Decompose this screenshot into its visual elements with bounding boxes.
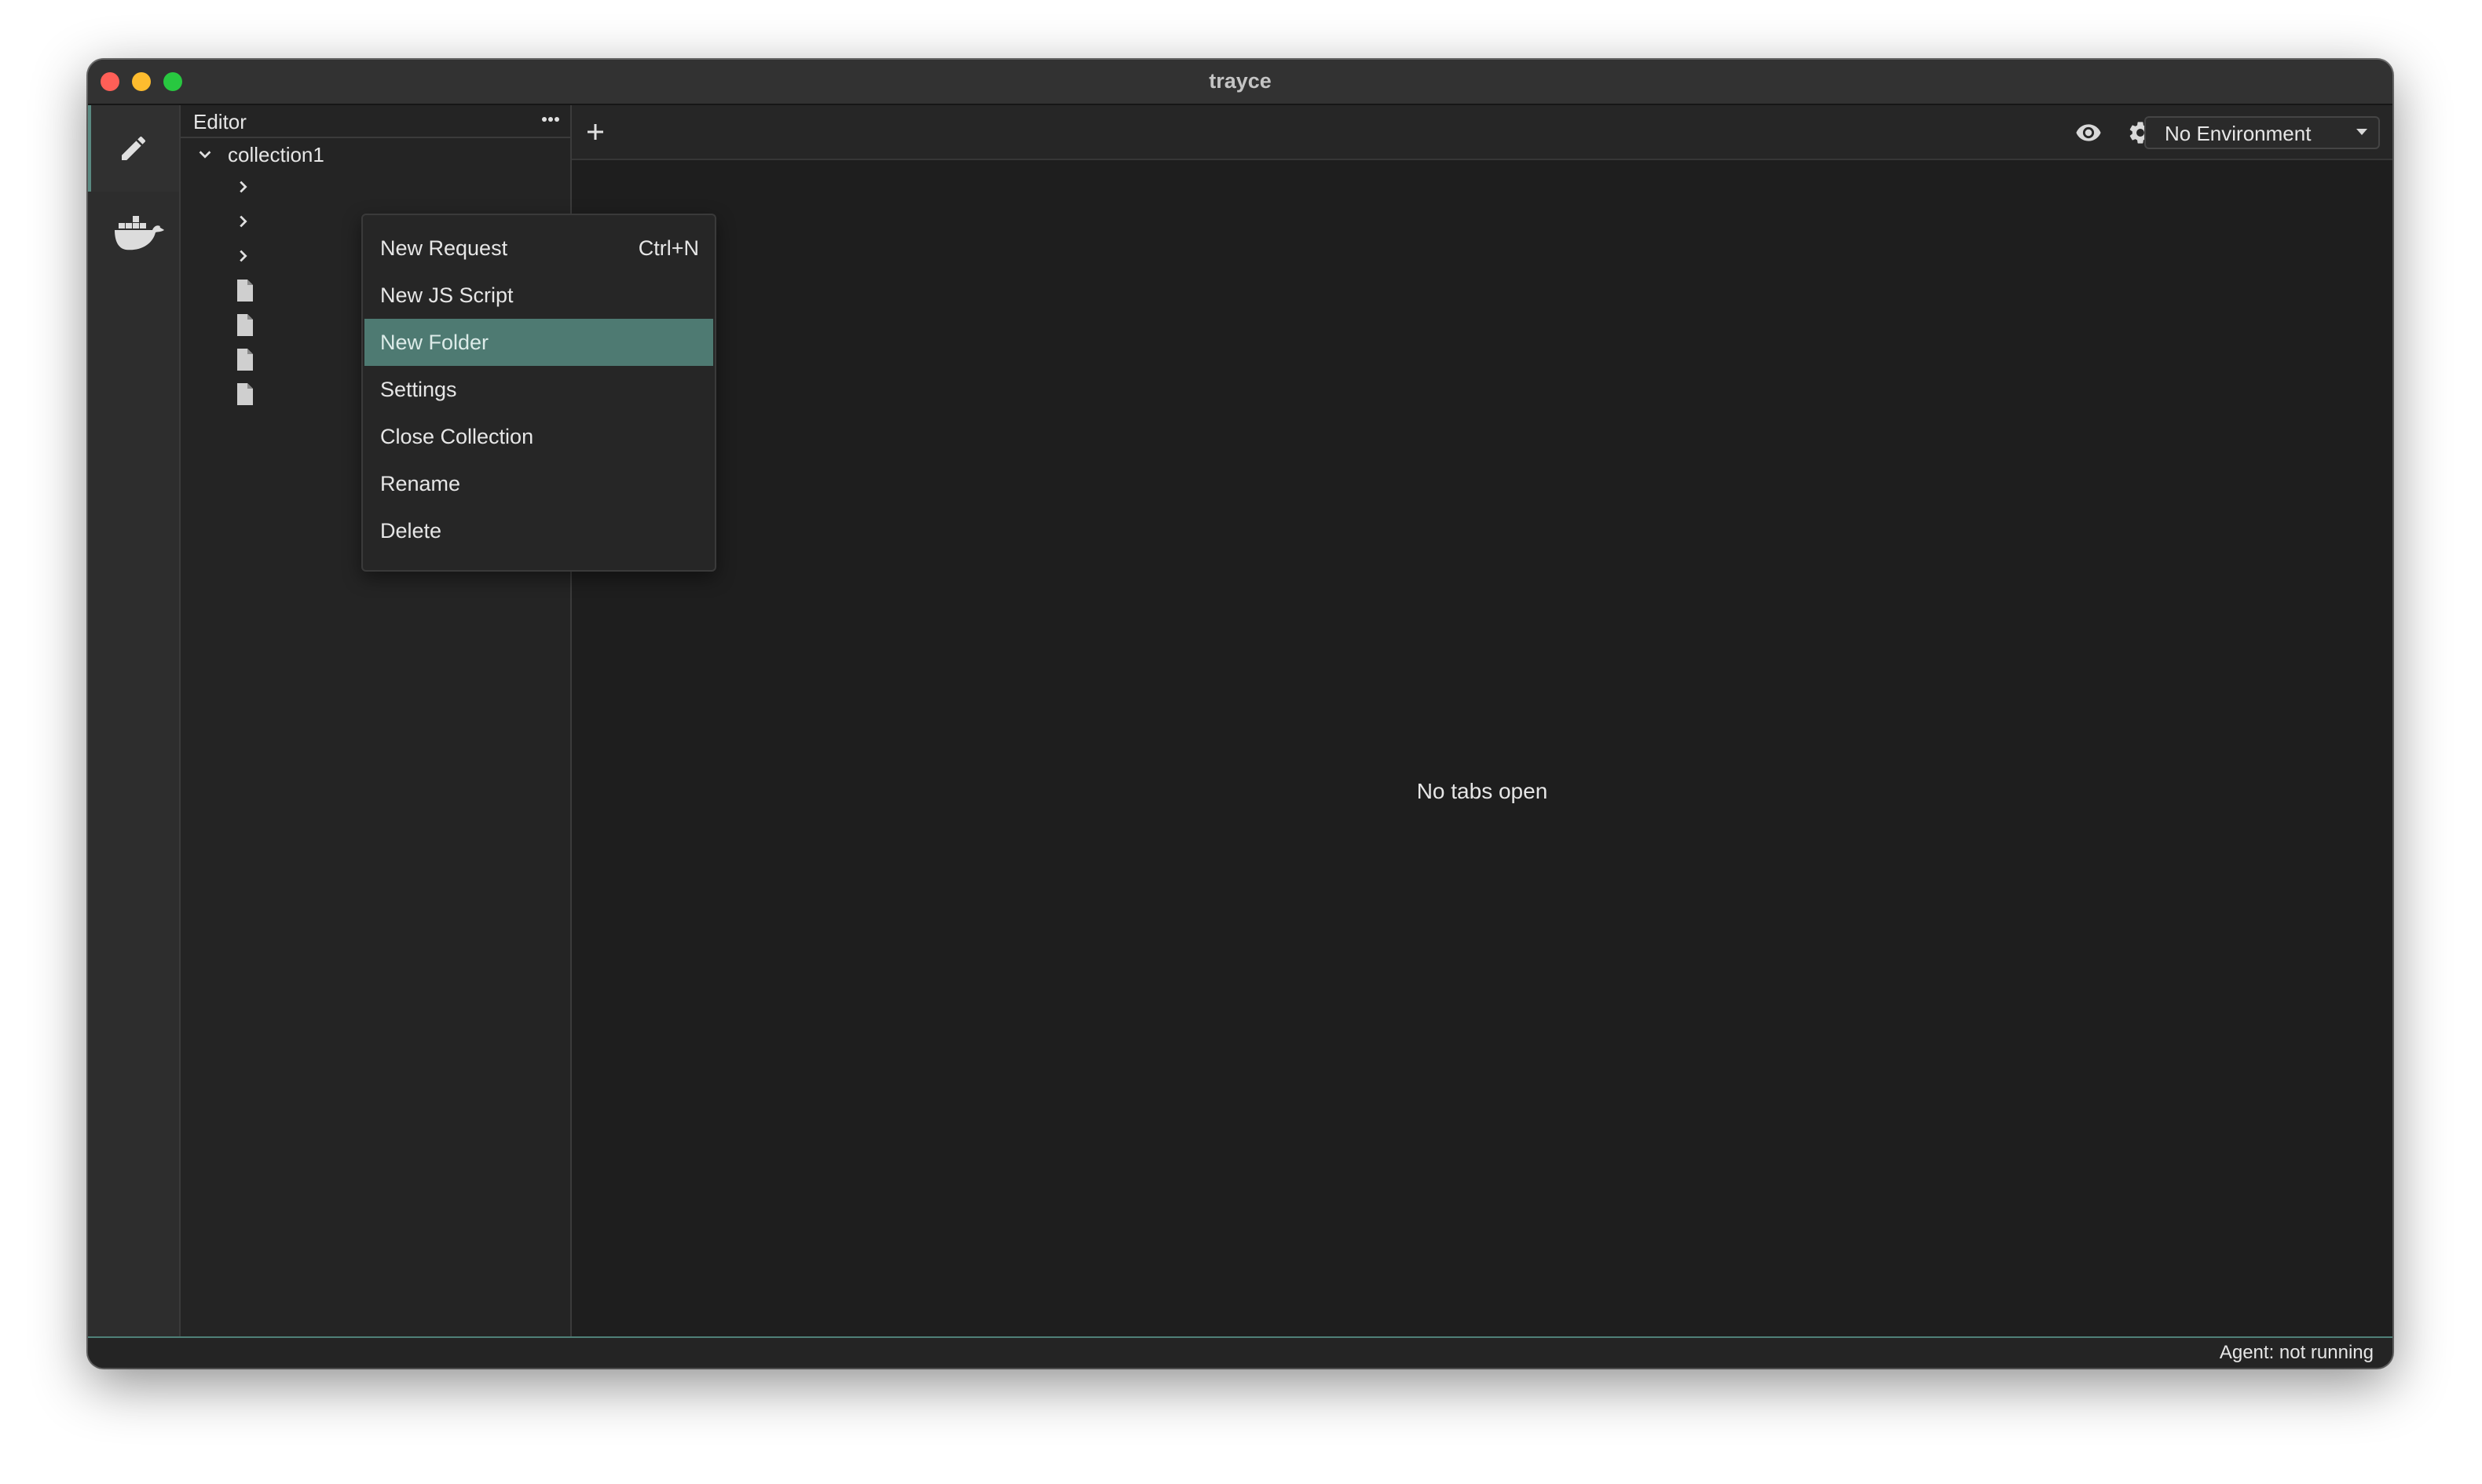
empty-state-message: No tabs open	[1416, 779, 1548, 803]
tree-item-collection[interactable]: collection1	[181, 138, 570, 170]
tree-item-file[interactable]	[181, 344, 275, 375]
more-options-icon[interactable]	[539, 110, 562, 129]
menu-item-label: Rename	[380, 472, 461, 495]
tree-item-label: collection1	[228, 143, 324, 166]
status-bar: Agent: not running	[88, 1336, 2392, 1368]
menu-item-label: New Request	[380, 236, 508, 260]
menu-item-new-folder[interactable]: New Folder	[364, 319, 713, 366]
activity-bar	[88, 105, 181, 1336]
menu-item-label: New JS Script	[380, 283, 514, 307]
menu-item-label: New Folder	[380, 331, 489, 354]
menu-item-label: Close Collection	[380, 425, 534, 448]
menu-item-new-js-script[interactable]: New JS Script	[364, 272, 713, 319]
sidebar-header: Editor	[181, 105, 570, 138]
file-icon	[237, 280, 253, 302]
chevron-right-icon	[240, 215, 247, 228]
menu-item-close-collection[interactable]: Close Collection	[364, 413, 713, 460]
chevron-right-icon	[240, 250, 247, 262]
menu-item-label: Settings	[380, 378, 457, 401]
menu-item-delete[interactable]: Delete	[364, 507, 713, 554]
menu-item-rename[interactable]: Rename	[364, 460, 713, 507]
main-area: No Environment No tabs open	[572, 105, 2392, 1336]
tree-item-folder[interactable]	[181, 240, 275, 272]
file-icon	[237, 383, 253, 405]
file-icon	[237, 349, 253, 371]
sidebar-title: Editor	[193, 110, 247, 133]
menu-item-new-request[interactable]: New Request Ctrl+N	[364, 225, 713, 272]
menu-item-shortcut: Ctrl+N	[638, 236, 699, 260]
eye-icon[interactable]	[2075, 119, 2102, 146]
plus-icon[interactable]	[580, 116, 611, 148]
context-menu: New Request Ctrl+N New JS Script New Fol…	[361, 214, 716, 572]
chevron-down-icon	[199, 151, 211, 159]
tree-item-folder[interactable]	[181, 206, 275, 237]
title-bar: trayce	[88, 60, 2392, 105]
file-icon	[237, 314, 253, 336]
caret-down-icon	[2356, 129, 2367, 135]
environment-select[interactable]: No Environment	[2144, 116, 2380, 149]
tree-item-folder[interactable]	[181, 171, 275, 203]
pencil-icon	[122, 136, 146, 160]
tree-item-file[interactable]	[181, 309, 275, 341]
tree-item-file[interactable]	[181, 378, 275, 410]
tab-strip: No Environment	[572, 105, 2392, 160]
environment-select-value: No Environment	[2165, 122, 2312, 145]
menu-item-settings[interactable]: Settings	[364, 366, 713, 413]
agent-status: Agent: not running	[2219, 1342, 2374, 1363]
activity-docker-button[interactable]	[88, 192, 179, 278]
window-title: trayce	[1209, 69, 1272, 93]
menu-item-label: Delete	[380, 519, 442, 543]
docker-whale-icon	[115, 216, 164, 250]
tree-item-file[interactable]	[181, 275, 275, 306]
chevron-right-icon	[240, 181, 247, 193]
activity-editor-button[interactable]	[88, 105, 179, 192]
app-window: trayce Editor collection1 No Environment…	[88, 60, 2392, 1368]
